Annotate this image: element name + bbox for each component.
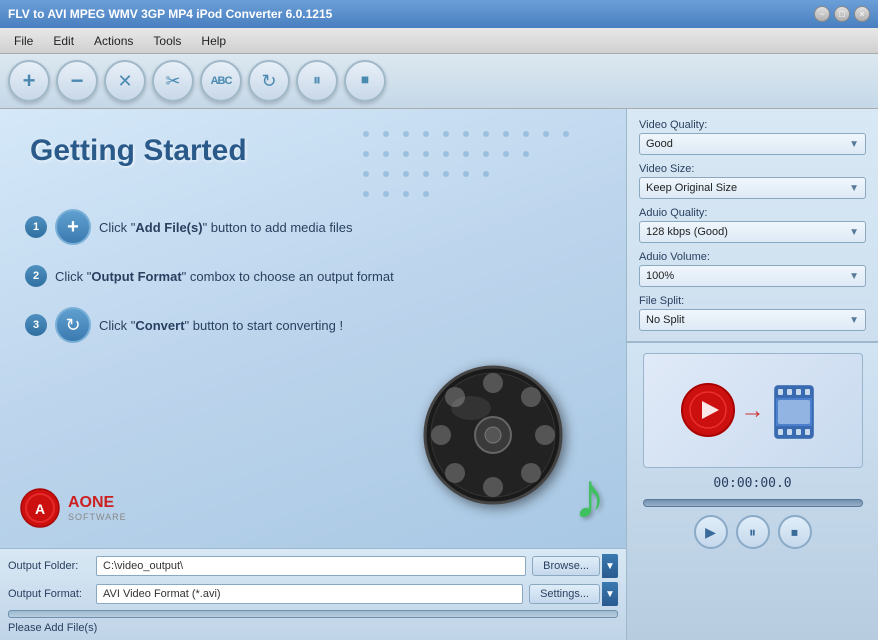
output-format-row: Output Format: Settings... ▼ <box>8 582 618 606</box>
menu-actions[interactable]: Actions <box>84 31 143 51</box>
minimize-button[interactable]: − <box>814 6 830 22</box>
video-quality-label: Video Quality: <box>639 119 866 131</box>
menu-file[interactable]: File <box>4 31 43 51</box>
step-1-add-icon: + <box>55 209 91 245</box>
step-1-number: 1 <box>25 216 47 238</box>
step-3-number: 3 <box>25 314 47 336</box>
video-quality-field: Video Quality: Good ▼ <box>639 119 866 155</box>
left-content: Getting Started 1 + Click "Add File(s)" … <box>0 109 626 640</box>
bottom-controls: Output Folder: Browse... ▼ Output Format… <box>0 548 626 640</box>
step-2-text: Click "Output Format" combox to choose a… <box>55 269 394 284</box>
audio-volume-label: Aduio Volume: <box>639 251 866 263</box>
step-3-convert-icon: ↻ <box>55 307 91 343</box>
window-controls: − □ × <box>814 6 870 22</box>
transport-controls: ▶ ⏸ ⏹ <box>694 515 812 549</box>
video-size-dropdown[interactable]: Keep Original Size ▼ <box>639 177 866 199</box>
aone-brand-text: AONE SOFTWARE <box>68 494 127 522</box>
settings-section: Video Quality: Good ▼ Video Size: Keep O… <box>627 109 878 341</box>
film-reel-decoration: ♪ <box>406 358 606 528</box>
preview-section: → <box>627 341 878 640</box>
video-quality-dropdown[interactable]: Good ▼ <box>639 133 866 155</box>
video-size-field: Video Size: Keep Original Size ▼ <box>639 163 866 199</box>
browse-button[interactable]: Browse... <box>532 556 600 576</box>
audio-volume-field: Aduio Volume: 100% ▼ <box>639 251 866 287</box>
menu-tools[interactable]: Tools <box>143 31 191 51</box>
media-output-icon <box>770 378 825 443</box>
step-2-number: 2 <box>25 265 47 287</box>
seekbar[interactable] <box>643 499 863 507</box>
clear-button[interactable]: ✕ <box>104 60 146 102</box>
svg-text:A: A <box>35 501 45 517</box>
play-button[interactable]: ▶ <box>694 515 728 549</box>
timecode-display: 00:00:00.0 <box>713 476 791 491</box>
cut-button[interactable]: ✂ <box>152 60 194 102</box>
title-bar: FLV to AVI MPEG WMV 3GP MP4 iPod Convert… <box>0 0 878 28</box>
right-sidebar: Video Quality: Good ▼ Video Size: Keep O… <box>626 109 878 640</box>
step-2: 2 Click "Output Format" combox to choose… <box>25 265 394 287</box>
preview-area: → <box>643 353 863 468</box>
aone-logo: A AONE SOFTWARE <box>20 488 127 528</box>
decorative-dots <box>356 124 576 214</box>
stop-transport-button[interactable]: ⏹ <box>778 515 812 549</box>
media-source-icon <box>681 383 736 438</box>
content-area: Getting Started 1 + Click "Add File(s)" … <box>0 109 878 640</box>
film-reel-svg <box>421 363 566 508</box>
audio-quality-field: Aduio Quality: 128 kbps (Good) ▼ <box>639 207 866 243</box>
file-split-dropdown[interactable]: No Split ▼ <box>639 309 866 331</box>
menu-help[interactable]: Help <box>191 31 236 51</box>
pause-transport-button[interactable]: ⏸ <box>736 515 770 549</box>
output-format-input[interactable] <box>96 584 523 604</box>
menu-bar: File Edit Actions Tools Help <box>0 28 878 54</box>
steps-container: 1 + Click "Add File(s)" button to add me… <box>25 209 394 343</box>
audio-quality-dropdown[interactable]: 128 kbps (Good) ▼ <box>639 221 866 243</box>
step-3-text: Click "Convert" button to start converti… <box>99 318 343 333</box>
file-split-field: File Split: No Split ▼ <box>639 295 866 331</box>
pause-button[interactable]: ⏸ <box>296 60 338 102</box>
toolbar: + − ✕ ✂ ABC ↻ ⏸ ⏹ <box>0 54 878 109</box>
output-format-label: Output Format: <box>8 588 90 600</box>
menu-edit[interactable]: Edit <box>43 31 84 51</box>
step-1: 1 + Click "Add File(s)" button to add me… <box>25 209 394 245</box>
stop-button[interactable]: ⏹ <box>344 60 386 102</box>
file-split-label: File Split: <box>639 295 866 307</box>
settings-button[interactable]: Settings... <box>529 584 600 604</box>
aone-icon: A <box>20 488 60 528</box>
progress-bar <box>8 610 618 618</box>
video-size-label: Video Size: <box>639 163 866 175</box>
step-3: 3 ↻ Click "Convert" button to start conv… <box>25 307 394 343</box>
output-folder-input[interactable] <box>96 556 526 576</box>
step-1-text: Click "Add File(s)" button to add media … <box>99 220 352 235</box>
output-folder-label: Output Folder: <box>8 560 90 572</box>
close-button[interactable]: × <box>854 6 870 22</box>
audio-quality-label: Aduio Quality: <box>639 207 866 219</box>
convert-arrow-icon: → <box>741 397 765 425</box>
maximize-button[interactable]: □ <box>834 6 850 22</box>
audio-volume-dropdown[interactable]: 100% ▼ <box>639 265 866 287</box>
getting-started-title: Getting Started <box>30 134 247 168</box>
status-bar: Please Add File(s) <box>8 621 618 635</box>
getting-started-panel: Getting Started 1 + Click "Add File(s)" … <box>0 109 626 548</box>
window-title: FLV to AVI MPEG WMV 3GP MP4 iPod Convert… <box>8 7 332 21</box>
add-files-button[interactable]: + <box>8 60 50 102</box>
remove-button[interactable]: − <box>56 60 98 102</box>
music-note-icon: ♪ <box>574 463 607 528</box>
output-folder-row: Output Folder: Browse... ▼ <box>8 554 618 578</box>
rename-button[interactable]: ABC <box>200 60 242 102</box>
convert-button[interactable]: ↻ <box>248 60 290 102</box>
